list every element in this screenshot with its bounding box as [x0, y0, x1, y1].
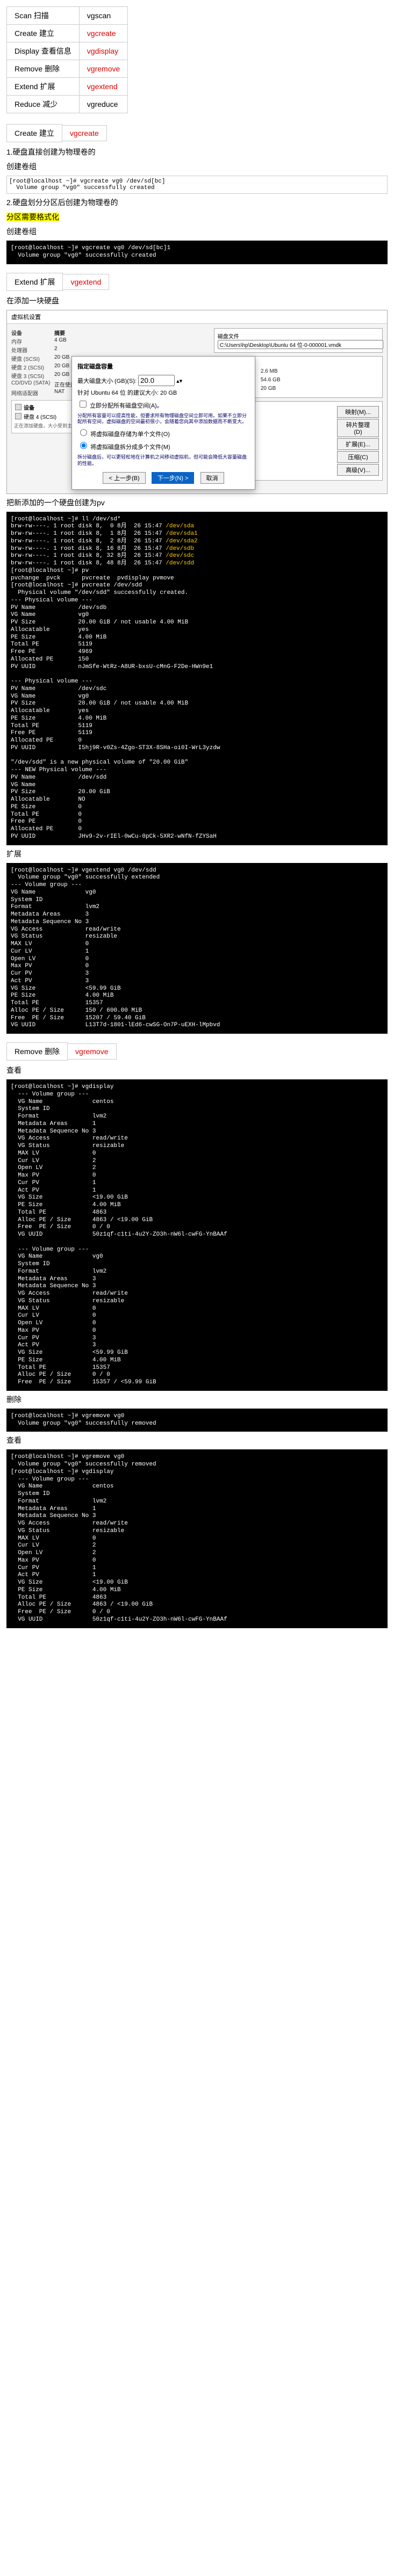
para-1-1: 1.硬盘直接创建为物理卷的	[6, 147, 388, 158]
command-table: Scan 扫描vgscanCreate 建立vgcreateDisplay 查看…	[6, 6, 128, 113]
allocate-hint: 分配所有容量可以提高性能，但要求所有物理磁盘空间立即可用。如果不立即分配所有空间…	[77, 413, 249, 425]
stepper-icon[interactable]: ▴▾	[176, 378, 182, 384]
device-name: 网络适配器	[11, 389, 54, 397]
section-remove: Remove 删除vgremove	[6, 1042, 388, 1061]
disk-file-label: 磁盘文件	[218, 332, 379, 340]
cmd-value: vgscan	[79, 7, 127, 25]
highlight-format: 分区需要格式化	[6, 213, 59, 221]
cmd-name: Scan 扫描	[7, 7, 80, 25]
next-button[interactable]: 下一步(N) >	[152, 472, 195, 484]
device-name: 硬盘 3 (SCSI)	[11, 372, 54, 380]
cancel-button[interactable]: 取消	[200, 472, 224, 484]
device-summary: 2	[54, 346, 210, 354]
cmd-value: vgdisplay	[79, 42, 127, 60]
cmd-name: Remove 删除	[7, 60, 80, 78]
terminal-create-2: [root@localhost ~]# vgcreate vg0 /dev/sd…	[6, 241, 388, 264]
recommended-size: 针对 Ubuntu 64 位 的建议大小: 20 GB	[77, 388, 249, 397]
vm-settings-dialog: 虚拟机设置 设备摘要 内存4 GB处理器2硬盘 (SCSI)20 GB硬盘 2 …	[6, 310, 388, 494]
split-hint: 拆分磁盘后，可以更轻松地在计算机之间移动虚拟机，但可能会降低大容量磁盘的性能。	[77, 454, 249, 467]
disk-icon	[15, 413, 22, 419]
para-2-2: 把新添加的一个硬盘创建为pv	[6, 497, 388, 509]
dev-col-header: 设备	[11, 329, 54, 337]
cmd-name: Reduce 减少	[7, 96, 80, 113]
terminal-vgdisplay-2: [root@localhost ~]# vgremove vg0 Volume …	[6, 1449, 388, 1628]
add-disk-wizard: 指定磁盘容量 最大磁盘大小 (GB)(S): ▴▾ 针对 Ubuntu 64 位…	[71, 356, 255, 490]
para-2-1: 在添加一块硬盘	[6, 295, 388, 307]
section-create-cmd: vgcreate	[62, 125, 107, 141]
section-extend-name: Extend 扩展	[6, 273, 63, 291]
para-2-3: 扩展	[6, 848, 388, 860]
cmd-row: Scan 扫描vgscan	[7, 7, 128, 25]
terminal-vgextend: [root@localhost ~]# vgextend vg0 /dev/sd…	[6, 863, 388, 1034]
disk-action-button[interactable]: 高级(V)...	[337, 464, 379, 476]
cmd-row: Display 查看信息vgdisplay	[7, 42, 128, 60]
section-remove-name: Remove 删除	[6, 1042, 68, 1061]
terminal-vgdisplay-1: [root@localhost ~]# vgdisplay --- Volume…	[6, 1079, 388, 1391]
para-3-3: 查看	[6, 1435, 388, 1446]
terminal-create-1: [root@localhost ~]# vgcreate vg0 /dev/sd…	[6, 176, 388, 194]
device-row[interactable]: 处理器2	[11, 346, 210, 354]
para-1-3: 2.硬盘划分分区后创建为物理卷的	[6, 197, 388, 208]
disk-file-input[interactable]	[218, 340, 383, 349]
device-row[interactable]: 内存4 GB	[11, 337, 210, 345]
cmd-row: Remove 删除vgremove	[7, 60, 128, 78]
disk-size-label: 最大磁盘大小 (GB)(S):	[77, 378, 137, 384]
section-create-name: Create 建立	[6, 124, 62, 142]
disk-action-button[interactable]: 映射(M)...	[337, 406, 379, 418]
disk-action-button[interactable]: 碎片整理(D)	[337, 419, 379, 437]
wizard-title: 指定磁盘容量	[77, 362, 249, 371]
allocate-now-checkbox[interactable]: 立即分配所有磁盘空间(A)。	[77, 403, 163, 409]
device-name: 内存	[11, 337, 54, 345]
cmd-row: Reduce 减少vgreduce	[7, 96, 128, 113]
section-extend: Extend 扩展vgextend	[6, 273, 388, 291]
single-file-radio[interactable]: 将虚拟磁盘存储为单个文件(O)	[77, 431, 170, 438]
cmd-value: vgcreate	[79, 25, 127, 42]
disk-size-input[interactable]	[138, 375, 175, 386]
section-remove-cmd: vgremove	[67, 1043, 116, 1060]
back-button[interactable]: < 上一步(B)	[103, 472, 145, 484]
device-summary: 4 GB	[54, 337, 210, 345]
disk-icon	[15, 404, 22, 410]
cmd-row: Create 建立vgcreate	[7, 25, 128, 42]
disk-action-button[interactable]: 扩展(E)...	[337, 438, 379, 450]
device-name: 硬盘 2 (SCSI)	[11, 363, 54, 371]
sum-col-header: 摘要	[54, 329, 210, 337]
dialog-title: 虚拟机设置	[7, 310, 387, 324]
cmd-value: vgextend	[79, 78, 127, 96]
split-file-radio[interactable]: 将虚拟磁盘拆分成多个文件(M)	[77, 444, 170, 451]
cmd-name: Create 建立	[7, 25, 80, 42]
hw-dev-header: 设备	[24, 403, 72, 411]
section-create: Create 建立vgcreate	[6, 124, 388, 142]
para-1-4: 分区需要格式化	[6, 212, 388, 223]
section-extend-cmd: vgextend	[62, 274, 109, 290]
para-3-2: 删除	[6, 1394, 388, 1405]
cmd-value: vgremove	[79, 60, 127, 78]
terminal-vgremove: [root@localhost ~]# vgremove vg0 Volume …	[6, 1409, 388, 1432]
cmd-value: vgreduce	[79, 96, 127, 113]
cmd-name: Extend 扩展	[7, 78, 80, 96]
para-1-5: 创建卷组	[6, 226, 388, 237]
device-name: 处理器	[11, 346, 54, 354]
para-3-1: 查看	[6, 1065, 388, 1076]
terminal-pv-setup: [root@localhost ~]# ll /dev/sd* brw-rw--…	[6, 512, 388, 845]
disk-action-button[interactable]: 压缩(C)	[337, 451, 379, 463]
cmd-row: Extend 扩展vgextend	[7, 78, 128, 96]
device-name: 硬盘 (SCSI)	[11, 354, 54, 362]
hw-new-disk[interactable]: 硬盘 4 (SCSI)	[24, 412, 56, 420]
cmd-name: Display 查看信息	[7, 42, 80, 60]
device-name: CD/DVD (SATA)	[11, 380, 54, 388]
disk-file-group: 磁盘文件	[214, 328, 383, 353]
para-1-2: 创建卷组	[6, 161, 388, 172]
